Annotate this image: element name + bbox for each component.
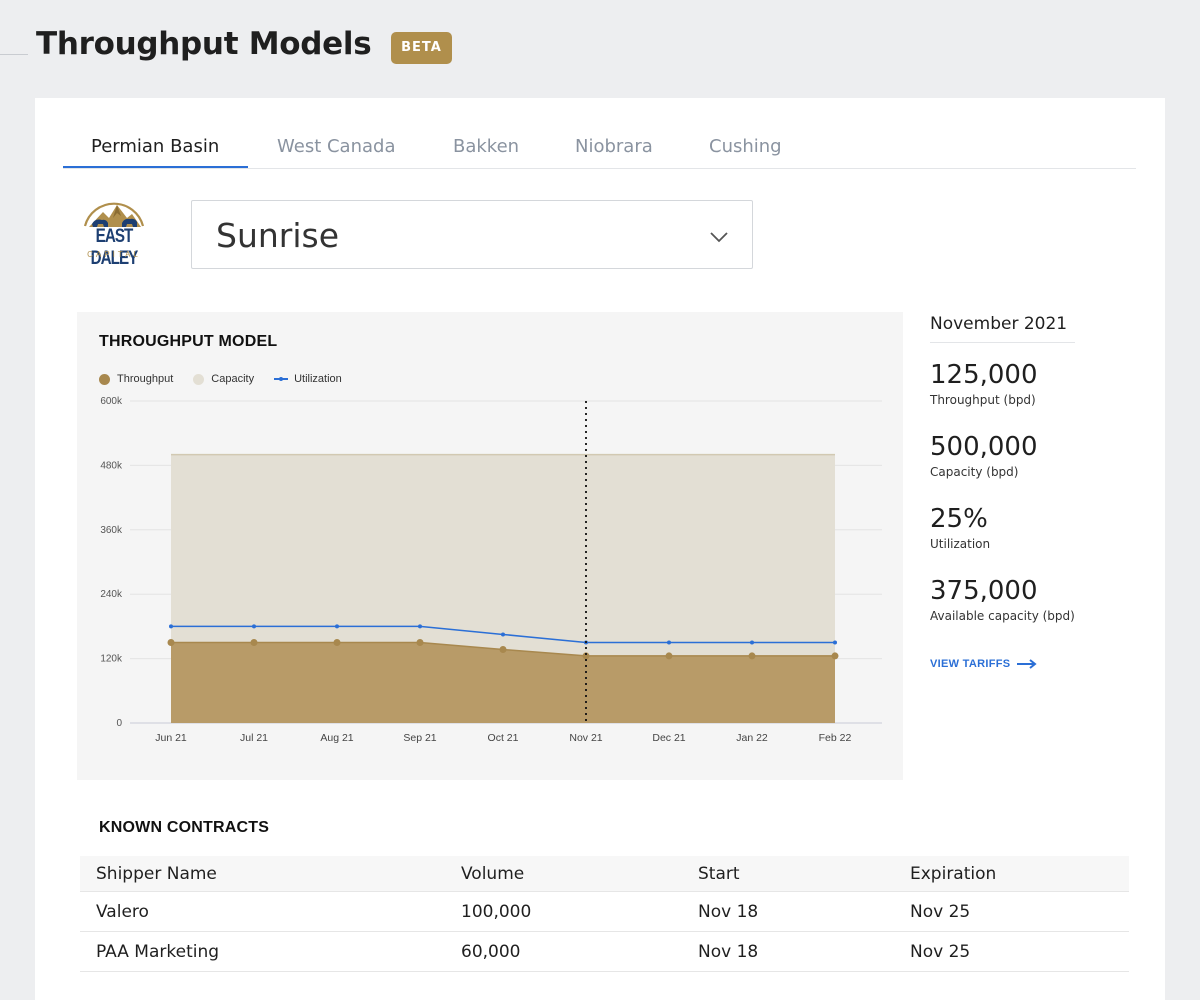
throughput-point (167, 639, 175, 646)
cell-volume: 60,000 (461, 942, 521, 962)
stat-utilization: 25% Utilization (930, 504, 990, 551)
pipeline-select[interactable]: Sunrise (191, 200, 753, 269)
stat-available-capacity-label: Available capacity (bpd) (930, 609, 1075, 623)
table-row[interactable]: Valero 100,000 Nov 18 Nov 25 (80, 892, 1129, 932)
x-tick-label: Jun 21 (155, 732, 187, 744)
table-row[interactable]: PAA Marketing 60,000 Nov 18 Nov 25 (80, 932, 1129, 972)
tab-cushing[interactable]: Cushing (709, 136, 782, 157)
pipeline-select-value: Sunrise (216, 216, 340, 255)
main-card: Permian Basin West Canada Bakken Niobrar… (35, 98, 1165, 1000)
utilization-point (501, 632, 505, 637)
x-tick-label: Sep 21 (403, 732, 436, 744)
legend-label-throughput: Throughput (117, 373, 174, 385)
table-header-row: Shipper Name Volume Start Expiration (80, 856, 1129, 892)
stats-period: November 2021 (930, 314, 1075, 343)
tab-permian-basin[interactable]: Permian Basin (91, 136, 219, 157)
x-tick-label: Oct 21 (488, 732, 519, 744)
x-tick-label: Jan 22 (736, 732, 768, 744)
column-header-expiration[interactable]: Expiration (910, 856, 996, 892)
legend-swatch-throughput (99, 373, 110, 385)
column-header-start[interactable]: Start (698, 856, 740, 892)
stat-utilization-label: Utilization (930, 537, 991, 551)
view-tariffs-label: VIEW TARIFFS (930, 658, 1011, 670)
arrow-right-icon (1017, 659, 1037, 669)
legend-swatch-utilization (274, 377, 289, 381)
x-tick-label: Feb 22 (819, 732, 852, 744)
known-contracts-title: KNOWN CONTRACTS (99, 819, 270, 836)
throughput-point (250, 639, 258, 646)
legend-label-capacity: Capacity (211, 373, 255, 385)
cell-start: Nov 18 (698, 942, 759, 962)
x-tick-label: Dec 21 (652, 732, 685, 744)
stat-capacity-value: 500,000 (930, 432, 1038, 462)
throughput-point (333, 639, 341, 646)
y-tick-label: 0 (116, 718, 122, 729)
column-header-volume[interactable]: Volume (461, 856, 524, 892)
stats-panel: November 2021 125,000 Throughput (bpd) 5… (930, 314, 1090, 670)
throughput-point (665, 652, 673, 660)
company-logo: EAST DALEY CAPITAL (77, 196, 151, 269)
mountain-bear-icon (83, 202, 145, 227)
stat-throughput-value: 125,000 (930, 360, 1038, 390)
stat-available-capacity: 375,000 Available capacity (bpd) (930, 576, 1075, 623)
chevron-down-icon (710, 232, 728, 243)
cell-shipper: PAA Marketing (96, 942, 220, 962)
utilization-point (667, 640, 671, 645)
tab-west-canada[interactable]: West Canada (277, 136, 395, 157)
y-tick-label: 240k (100, 589, 123, 600)
stat-available-capacity-value: 375,000 (930, 576, 1038, 606)
tab-bakken[interactable]: Bakken (453, 136, 519, 157)
cell-volume: 100,000 (461, 902, 532, 922)
legend-item-capacity[interactable]: Capacity (193, 373, 254, 385)
utilization-point (335, 624, 339, 629)
cell-expiration: Nov 25 (910, 942, 971, 962)
throughput-point (748, 652, 756, 660)
utilization-point (750, 640, 754, 645)
y-tick-label: 600k (100, 396, 123, 407)
page-title: Throughput Models (36, 26, 372, 62)
stat-throughput-label: Throughput (bpd) (930, 393, 1036, 407)
x-tick-label: Nov 21 (569, 732, 602, 744)
tab-niobrara[interactable]: Niobrara (575, 136, 653, 157)
basin-tabs: Permian Basin West Canada Bakken Niobrar… (63, 130, 1136, 169)
legend-swatch-capacity (193, 373, 205, 385)
active-tab-indicator (63, 166, 248, 168)
column-header-shipper[interactable]: Shipper Name (96, 856, 217, 892)
legend-label-utilization: Utilization (294, 373, 342, 385)
legend-item-utilization[interactable]: Utilization (274, 373, 342, 385)
stat-throughput: 125,000 Throughput (bpd) (930, 360, 1038, 407)
legend-item-throughput[interactable]: Throughput (99, 373, 173, 385)
logo-subtext: CAPITAL (87, 250, 141, 259)
header-divider (0, 54, 28, 55)
cell-shipper: Valero (96, 902, 149, 922)
utilization-point (252, 624, 256, 629)
stat-utilization-value: 25% (930, 504, 988, 534)
y-tick-label: 360k (100, 525, 123, 536)
x-tick-label: Jul 21 (240, 732, 268, 744)
utilization-point (169, 624, 173, 629)
throughput-point (831, 652, 839, 660)
utilization-point (833, 640, 837, 645)
x-tick-label: Aug 21 (320, 732, 353, 744)
chart-legend: Throughput Capacity Utilization (99, 372, 362, 386)
throughput-point (499, 645, 507, 653)
cell-start: Nov 18 (698, 902, 759, 922)
y-tick-label: 480k (100, 460, 123, 471)
throughput-chart-panel: 0 120k 240k 360k 480k 600k Jun 21 Jul 21 Aug 21 S… (77, 312, 903, 780)
logo-wordmark: EAST DALEY (90, 226, 139, 269)
stat-capacity-label: Capacity (bpd) (930, 465, 1019, 479)
throughput-point (416, 639, 424, 646)
utilization-point (418, 624, 422, 629)
stat-capacity: 500,000 Capacity (bpd) (930, 432, 1038, 479)
view-tariffs-link[interactable]: VIEW TARIFFS (930, 658, 1038, 670)
contracts-table: Shipper Name Volume Start Expiration Val… (80, 856, 1129, 972)
y-tick-label: 120k (100, 654, 123, 665)
beta-badge: BETA (391, 32, 452, 64)
cell-expiration: Nov 25 (910, 902, 971, 922)
chart-title: THROUGHPUT MODEL (99, 333, 278, 350)
